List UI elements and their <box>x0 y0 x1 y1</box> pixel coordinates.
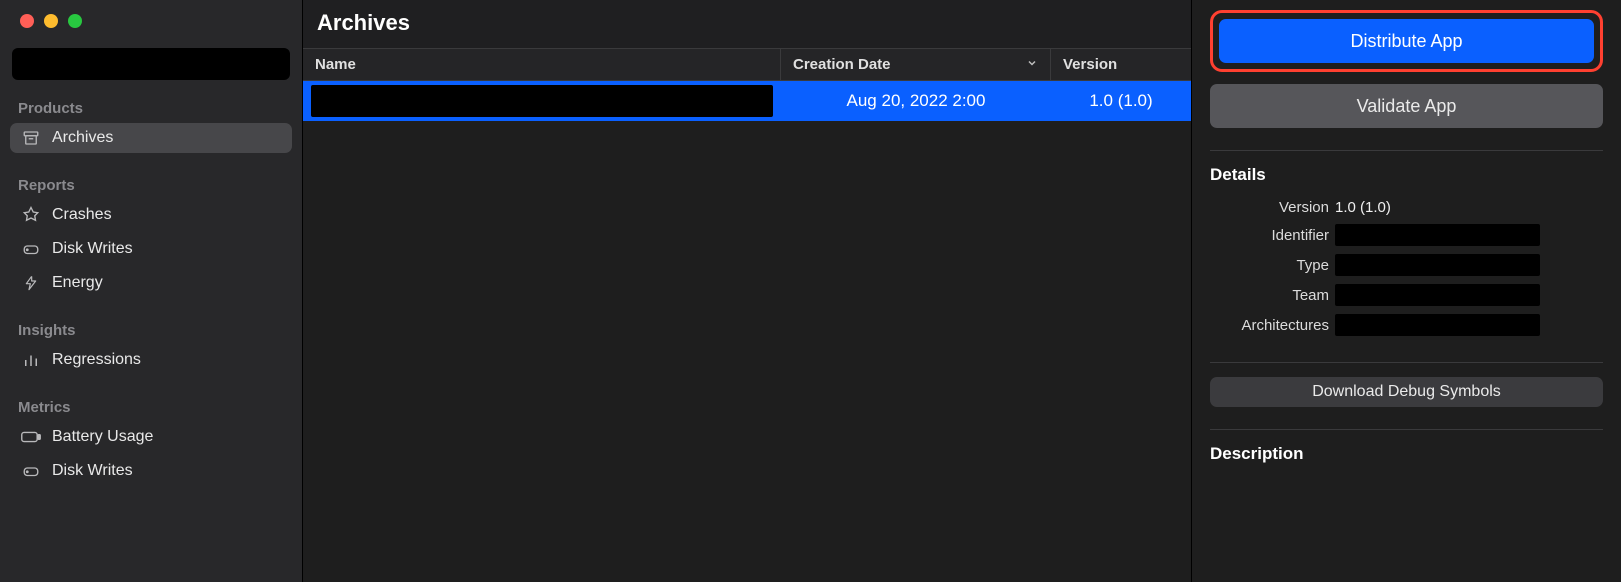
close-window-button[interactable] <box>20 14 34 28</box>
divider <box>1210 362 1603 363</box>
table-header: Name Creation Date Version <box>303 48 1191 81</box>
archive-icon <box>20 129 42 147</box>
sidebar-section-products: Products <box>0 94 302 121</box>
sidebar-item-label: Battery Usage <box>52 428 153 446</box>
bars-icon <box>20 351 42 369</box>
chevron-down-icon <box>1026 56 1038 73</box>
validate-app-button[interactable]: Validate App <box>1210 84 1603 128</box>
sidebar-item-disk-writes-metric[interactable]: Disk Writes <box>10 456 292 486</box>
column-header-name[interactable]: Name <box>303 49 781 80</box>
inspector-panel: Distribute App Validate App Details Vers… <box>1192 0 1621 582</box>
sidebar-item-label: Disk Writes <box>52 462 133 480</box>
detail-architectures: Architectures <box>1210 314 1603 336</box>
sidebar-item-regressions[interactable]: Regressions <box>10 345 292 375</box>
detail-label: Identifier <box>1210 227 1335 244</box>
zoom-window-button[interactable] <box>68 14 82 28</box>
battery-icon <box>20 430 42 444</box>
archives-panel: Archives Name Creation Date Version Aug … <box>302 0 1192 582</box>
detail-identifier: Identifier <box>1210 224 1603 246</box>
minimize-window-button[interactable] <box>44 14 58 28</box>
energy-icon <box>20 274 42 292</box>
column-header-label: Creation Date <box>793 56 891 73</box>
detail-value: 1.0 (1.0) <box>1335 199 1391 216</box>
sidebar-section-reports: Reports <box>0 171 302 198</box>
sidebar-item-label: Crashes <box>52 206 112 224</box>
sidebar-item-label: Energy <box>52 274 103 292</box>
sidebar-item-disk-writes[interactable]: Disk Writes <box>10 234 292 264</box>
detail-version: Version 1.0 (1.0) <box>1210 199 1603 216</box>
cell-date: Aug 20, 2022 2:00 <box>781 83 1051 119</box>
window-traffic-lights <box>0 0 82 42</box>
sidebar-item-energy[interactable]: Energy <box>10 268 292 298</box>
cell-name <box>303 81 781 121</box>
detail-value <box>1335 284 1540 306</box>
table-row[interactable]: Aug 20, 2022 2:00 1.0 (1.0) <box>303 81 1191 121</box>
detail-label: Architectures <box>1210 317 1335 334</box>
detail-value <box>1335 254 1540 276</box>
detail-label: Type <box>1210 257 1335 274</box>
cell-version: 1.0 (1.0) <box>1051 83 1191 119</box>
sidebar-item-crashes[interactable]: Crashes <box>10 200 292 230</box>
table-body: Aug 20, 2022 2:00 1.0 (1.0) <box>303 81 1191 582</box>
sidebar-item-archives[interactable]: Archives <box>10 123 292 153</box>
detail-label: Version <box>1210 199 1335 216</box>
detail-label: Team <box>1210 287 1335 304</box>
page-title: Archives <box>303 0 1191 48</box>
sidebar-item-label: Archives <box>52 129 113 147</box>
column-header-creation-date[interactable]: Creation Date <box>781 49 1051 80</box>
detail-type: Type <box>1210 254 1603 276</box>
detail-team: Team <box>1210 284 1603 306</box>
distribute-highlight: Distribute App <box>1210 10 1603 72</box>
disk-icon <box>20 240 42 258</box>
disk-icon <box>20 462 42 480</box>
divider <box>1210 429 1603 430</box>
distribute-app-button[interactable]: Distribute App <box>1219 19 1594 63</box>
crash-icon <box>20 206 42 224</box>
divider <box>1210 150 1603 151</box>
sidebar-app-selector[interactable] <box>12 48 290 80</box>
sidebar-item-label: Disk Writes <box>52 240 133 258</box>
details-heading: Details <box>1210 165 1603 185</box>
detail-value <box>1335 224 1540 246</box>
download-debug-symbols-button[interactable]: Download Debug Symbols <box>1210 377 1603 407</box>
sidebar: Products Archives Reports Crashes Disk W… <box>0 0 302 582</box>
column-header-version[interactable]: Version <box>1051 49 1191 80</box>
sidebar-item-battery-usage[interactable]: Battery Usage <box>10 422 292 452</box>
sidebar-item-label: Regressions <box>52 351 141 369</box>
detail-value <box>1335 314 1540 336</box>
sidebar-section-metrics: Metrics <box>0 393 302 420</box>
description-heading: Description <box>1210 444 1603 464</box>
sidebar-section-insights: Insights <box>0 316 302 343</box>
